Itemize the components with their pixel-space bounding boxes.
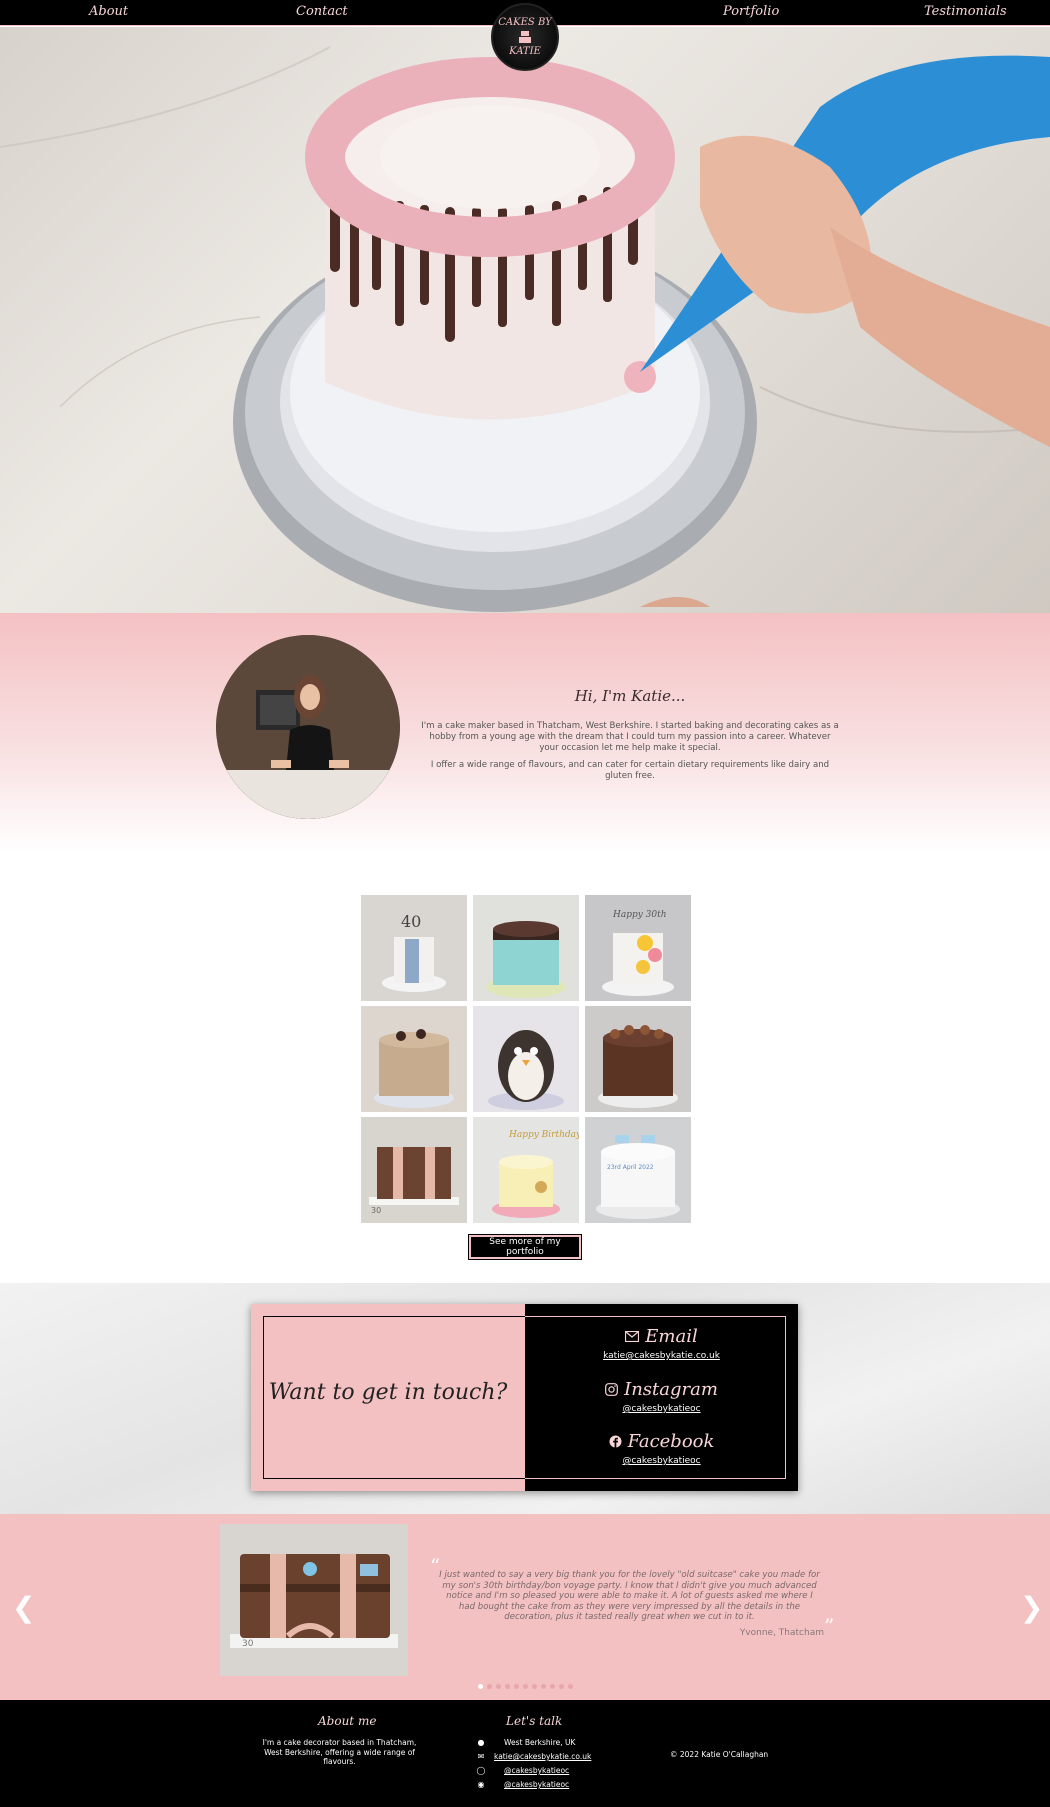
gallery-tile[interactable]: Happy Birthday: [473, 1117, 579, 1223]
chevron-right-icon[interactable]: ❯: [1020, 1594, 1043, 1622]
footer-email: ✉ katie@cakesbykatie.co.uk: [476, 1752, 592, 1761]
contact-email: Email katie@cakesbykatie.co.uk: [525, 1326, 798, 1361]
contact-heading: Want to get in touch?: [268, 1380, 508, 1405]
tile-topper-text: Happy 30th: [612, 910, 667, 920]
footer: About me I'm a cake decorator based in T…: [0, 1700, 1050, 1807]
nav-testimonials-link[interactable]: Testimonials: [924, 4, 1007, 19]
logo-text-line2: KATIE: [509, 46, 541, 57]
envelope-icon: [625, 1331, 640, 1342]
slider-dot[interactable]: [568, 1684, 573, 1689]
gallery-tile[interactable]: 23rd April 2022: [585, 1117, 691, 1223]
tile-topper-text: 40: [401, 912, 421, 931]
slider-dot[interactable]: [550, 1684, 555, 1689]
slider-dot[interactable]: [487, 1684, 492, 1689]
logo-text-line1: CAKES BY: [498, 17, 552, 28]
footer-about-heading: About me: [318, 1714, 377, 1728]
instagram-icon: ◯: [476, 1766, 486, 1775]
footer-talk-heading: Let's talk: [506, 1714, 563, 1728]
facebook-label: Facebook: [609, 1431, 715, 1452]
contact-card: Want to get in touch? Email katie@cakesb…: [251, 1304, 798, 1491]
slider-dots: [478, 1684, 573, 1690]
slider-dot[interactable]: [478, 1684, 483, 1689]
contact-instagram: Instagram @cakesbykatieoc: [525, 1379, 798, 1414]
close-quote-icon: ”: [824, 1614, 835, 1638]
testimonial-author: Yvonne, Thatcham: [739, 1628, 824, 1638]
gallery-tile[interactable]: [361, 1006, 467, 1112]
hero-image: [0, 27, 1050, 613]
gallery-tile[interactable]: [473, 1006, 579, 1112]
testimonial-quote: I just wanted to say a very big thank yo…: [439, 1570, 820, 1622]
tile-label-text: 30: [371, 1206, 381, 1215]
portfolio-gallery: 40 Happy 30th 30 Happy Birthday 23rd Apr…: [361, 895, 691, 1223]
tile-label-text: 23rd April 2022: [607, 1164, 654, 1171]
chevron-left-icon[interactable]: ❮: [12, 1594, 35, 1622]
gallery-tile[interactable]: 30: [361, 1117, 467, 1223]
gallery-tile[interactable]: [585, 1006, 691, 1112]
katie-portrait: [216, 635, 400, 819]
photo-label-text: 30: [242, 1639, 254, 1649]
facebook-icon: ◉: [477, 1780, 485, 1789]
footer-email-link[interactable]: katie@cakesbykatie.co.uk: [494, 1752, 591, 1761]
slider-dot[interactable]: [532, 1684, 537, 1689]
about-paragraph-2: I offer a wide range of flavours, and ca…: [430, 760, 830, 781]
footer-instagram-link[interactable]: @cakesbykatieoc: [504, 1766, 569, 1775]
facebook-icon: [609, 1435, 622, 1448]
contact-facebook: Facebook @cakesbykatieoc: [525, 1431, 798, 1466]
slider-dot[interactable]: [514, 1684, 519, 1689]
instagram-label: Instagram: [605, 1379, 718, 1400]
instagram-link[interactable]: @cakesbykatieoc: [525, 1404, 798, 1414]
email-link[interactable]: katie@cakesbykatie.co.uk: [525, 1351, 798, 1361]
footer-facebook: ◉ @cakesbykatieoc: [476, 1780, 570, 1789]
about-paragraph-1: I'm a cake maker based in Thatcham, West…: [421, 721, 839, 753]
footer-location: ● West Berkshire, UK: [476, 1738, 576, 1747]
gallery-tile[interactable]: Happy 30th: [585, 895, 691, 1001]
footer-location-text: West Berkshire, UK: [504, 1738, 576, 1747]
footer-about-text: I'm a cake decorator based in Thatcham, …: [262, 1738, 417, 1766]
cake-icon: [519, 31, 531, 43]
tile-topper-text: Happy Birthday: [508, 1130, 579, 1140]
gallery-tile[interactable]: 40: [361, 895, 467, 1001]
facebook-link[interactable]: @cakesbykatieoc: [525, 1456, 798, 1466]
slider-dot[interactable]: [541, 1684, 546, 1689]
facebook-label-text: Facebook: [627, 1431, 715, 1452]
footer-facebook-link[interactable]: @cakesbykatieoc: [504, 1780, 569, 1789]
nav-about-link[interactable]: About: [89, 4, 128, 19]
slider-dot[interactable]: [496, 1684, 501, 1689]
see-more-portfolio-button[interactable]: See more of my portfolio: [468, 1234, 582, 1260]
nav-portfolio-link[interactable]: Portfolio: [723, 4, 779, 19]
instagram-label-text: Instagram: [624, 1379, 718, 1400]
gallery-tile[interactable]: [473, 895, 579, 1001]
testimonial-slider: ❮ 30 “ I just wanted to say a very big t…: [0, 1514, 1050, 1700]
about-heading: Hi, I'm Katie...: [574, 687, 686, 705]
slider-dot[interactable]: [523, 1684, 528, 1689]
footer-instagram: ◯ @cakesbykatieoc: [476, 1766, 570, 1775]
about-section: Hi, I'm Katie... I'm a cake maker based …: [0, 613, 1050, 853]
slider-dot[interactable]: [505, 1684, 510, 1689]
footer-copyright: © 2022 Katie O'Callaghan: [670, 1750, 769, 1759]
brand-logo[interactable]: CAKES BY KATIE: [491, 3, 559, 71]
envelope-icon: ✉: [477, 1752, 485, 1761]
testimonial-photo: 30: [220, 1524, 408, 1676]
slider-dot[interactable]: [559, 1684, 564, 1689]
nav-contact-link[interactable]: Contact: [296, 4, 348, 19]
location-pin-icon: ●: [477, 1738, 485, 1747]
instagram-icon: [605, 1383, 618, 1396]
email-label: Email: [625, 1326, 698, 1347]
email-label-text: Email: [645, 1326, 698, 1347]
